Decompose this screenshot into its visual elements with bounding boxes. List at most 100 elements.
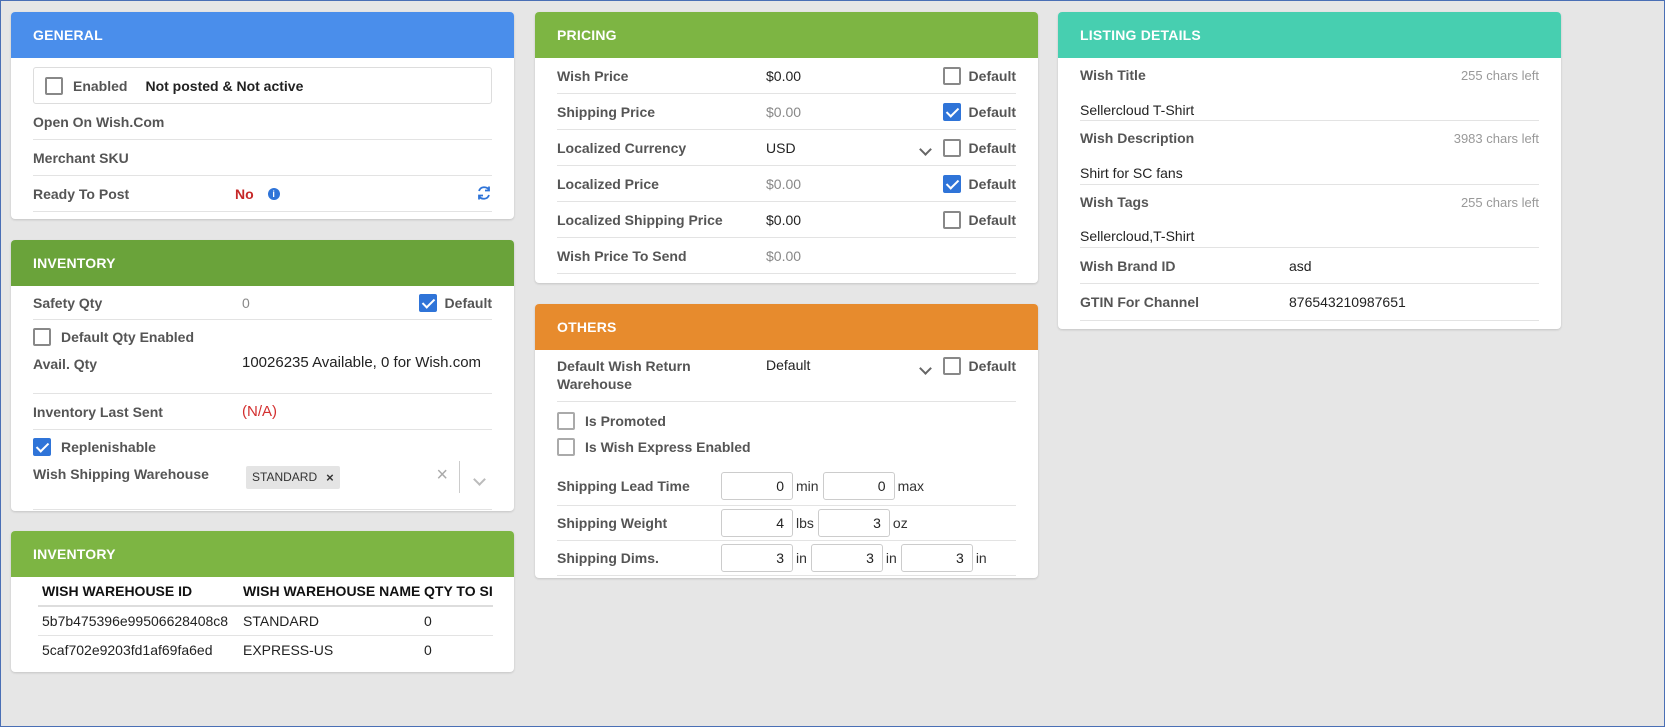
wish-price-value[interactable]: $0.00 — [766, 68, 801, 84]
return-warehouse-default: Default — [942, 357, 1016, 375]
replenishable-checkbox[interactable] — [33, 438, 51, 456]
default-label: Default — [968, 139, 1016, 156]
inventory-card: INVENTORY Safety Qty 0 Default Default Q… — [11, 240, 514, 511]
col-warehouse-id[interactable]: WISH WAREHOUSE ID — [38, 577, 243, 606]
shipping-lead-time-row: Shipping Lead Time 0 min 0 max — [557, 466, 1016, 506]
enabled-checkbox[interactable] — [45, 76, 63, 95]
dim-height-input[interactable]: 3 — [900, 544, 973, 572]
wish-title-chars-left: 255 chars left — [1460, 68, 1539, 83]
table-header-row: WISH WAREHOUSE ID WISH WAREHOUSE NAME QT… — [38, 577, 493, 606]
tag-label: STANDARD — [252, 470, 318, 484]
localized-price-default: Default — [942, 174, 1016, 193]
inventory-table-header: INVENTORY — [11, 531, 514, 577]
localized-shipping-price-label: Localized Shipping Price — [557, 211, 723, 228]
default-label: Default — [444, 294, 492, 311]
wish-description-chars-left: 3983 chars left — [1453, 131, 1539, 146]
lead-time-min-unit: min — [796, 477, 819, 494]
weight-oz-unit: oz — [892, 515, 908, 531]
return-warehouse-default-checkbox[interactable] — [942, 357, 961, 375]
wish-tags-label: Wish Tags — [1080, 194, 1149, 210]
localized-currency-select[interactable]: USD — [766, 140, 796, 156]
refresh-icon[interactable] — [476, 185, 492, 204]
dim-length-input[interactable]: 3 — [721, 544, 793, 572]
localized-currency-default: Default — [942, 138, 1016, 157]
inventory-last-sent-row: Inventory Last Sent (N/A) — [33, 394, 492, 430]
default-label: Default — [968, 67, 1016, 84]
localized-shipping-price-default: Default — [942, 210, 1016, 229]
return-warehouse-label: Default Wish Return Warehouse — [557, 358, 691, 392]
lead-time-min-input[interactable]: 0 — [721, 471, 793, 500]
is-wish-express-row: Is Wish Express Enabled — [557, 436, 1016, 458]
safety-qty-label: Safety Qty — [33, 294, 103, 311]
is-wish-express-checkbox[interactable] — [557, 438, 575, 456]
default-label: Default — [968, 358, 1016, 374]
general-card: GENERAL Enabled Not posted & Not active … — [11, 12, 514, 219]
wish-price-to-send-label: Wish Price To Send — [557, 247, 687, 264]
gtin-label: GTIN For Channel — [1080, 294, 1199, 310]
return-warehouse-chevron-icon[interactable] — [919, 360, 932, 376]
default-qty-enabled-checkbox[interactable] — [33, 328, 51, 346]
gtin-value[interactable]: 876543210987651 — [1289, 294, 1406, 310]
warehouse-name-cell: EXPRESS-US — [243, 641, 334, 658]
localized-shipping-price-value[interactable]: $0.00 — [766, 212, 801, 228]
localized-price-default-checkbox[interactable] — [942, 174, 961, 193]
divider — [459, 461, 460, 493]
shipping-weight-label: Shipping Weight — [557, 515, 668, 531]
brand-id-value[interactable]: asd — [1289, 258, 1312, 274]
shipping-lead-time-label: Shipping Lead Time — [557, 477, 690, 494]
currency-chevron-icon[interactable] — [919, 141, 932, 157]
wish-tags-input[interactable]: Sellercloud,T-Shirt — [1080, 228, 1194, 244]
info-icon[interactable]: i — [267, 187, 280, 200]
localized-currency-label: Localized Currency — [557, 139, 687, 156]
wish-price-default-checkbox[interactable] — [942, 66, 961, 85]
localized-shipping-price-default-checkbox[interactable] — [942, 210, 961, 229]
dim-width-input[interactable]: 3 — [810, 544, 883, 572]
wish-price-default: Default — [942, 66, 1016, 85]
weight-oz-input[interactable]: 3 — [817, 509, 890, 537]
avail-qty-row: Avail. Qty 10026235 Available, 0 for Wis… — [33, 354, 492, 394]
open-on-wish-row: Open On Wish.Com — [33, 104, 492, 140]
qty-cell: 0 — [424, 612, 432, 629]
col-qty-to-send[interactable]: QTY TO SI — [424, 577, 493, 606]
inventory-header: INVENTORY — [11, 240, 514, 286]
replenishable-label: Replenishable — [61, 439, 156, 455]
listing-card: LISTING DETAILS Wish Title 255 chars lef… — [1058, 12, 1561, 329]
general-header: GENERAL — [11, 12, 514, 58]
safety-qty-default: Default — [418, 293, 492, 312]
status-text: Not posted & Not active — [145, 77, 304, 94]
dim-unit: in — [796, 550, 807, 566]
is-promoted-checkbox[interactable] — [557, 411, 575, 430]
wish-title-input[interactable]: Sellercloud T-Shirt — [1080, 102, 1194, 118]
wish-description-field: Wish Description 3983 chars left Shirt f… — [1080, 121, 1539, 185]
is-wish-express-label: Is Wish Express Enabled — [585, 439, 751, 455]
clear-icon[interactable]: × — [436, 464, 448, 487]
return-warehouse-row: Default Wish Return Warehouse Default De… — [557, 350, 1016, 402]
dropdown-chevron-icon[interactable] — [473, 471, 486, 487]
others-card: OTHERS Default Wish Return Warehouse Def… — [535, 304, 1038, 578]
localized-currency-default-checkbox[interactable] — [942, 138, 961, 157]
shipping-price-value[interactable]: $0.00 — [766, 104, 801, 120]
wish-price-label: Wish Price — [557, 67, 629, 84]
wish-price-to-send-value: $0.00 — [766, 247, 802, 264]
return-warehouse-select[interactable]: Default — [766, 357, 810, 373]
shipping-dims-label: Shipping Dims. — [557, 550, 659, 566]
tag-remove-icon[interactable]: × — [326, 470, 334, 485]
lead-time-max-unit: max — [897, 477, 925, 494]
shipping-warehouse-select[interactable]: STANDARD × × — [246, 461, 492, 493]
weight-lbs-input[interactable]: 4 — [721, 509, 793, 537]
col-warehouse-name[interactable]: WISH WAREHOUSE NAME — [243, 577, 424, 606]
shipping-price-default-checkbox[interactable] — [942, 102, 961, 121]
gtin-row: GTIN For Channel 876543210987651 — [1080, 284, 1539, 321]
localized-price-value[interactable]: $0.00 — [766, 176, 801, 192]
safety-qty-default-checkbox[interactable] — [418, 293, 437, 312]
dim-unit: in — [885, 550, 897, 566]
shipping-warehouse-row: Wish Shipping Warehouse STANDARD × × — [33, 461, 492, 510]
safety-qty-value[interactable]: 0 — [242, 295, 250, 311]
lead-time-max-input[interactable]: 0 — [822, 471, 895, 500]
warehouse-name-cell: STANDARD — [243, 612, 319, 629]
shipping-weight-row: Shipping Weight 4 lbs 3 oz — [557, 506, 1016, 541]
wish-description-input[interactable]: Shirt for SC fans — [1080, 165, 1183, 181]
open-on-wish-link[interactable]: Open On Wish.Com — [33, 114, 164, 130]
weight-lbs-unit: lbs — [796, 515, 814, 531]
avail-qty-label: Avail. Qty — [33, 356, 98, 372]
